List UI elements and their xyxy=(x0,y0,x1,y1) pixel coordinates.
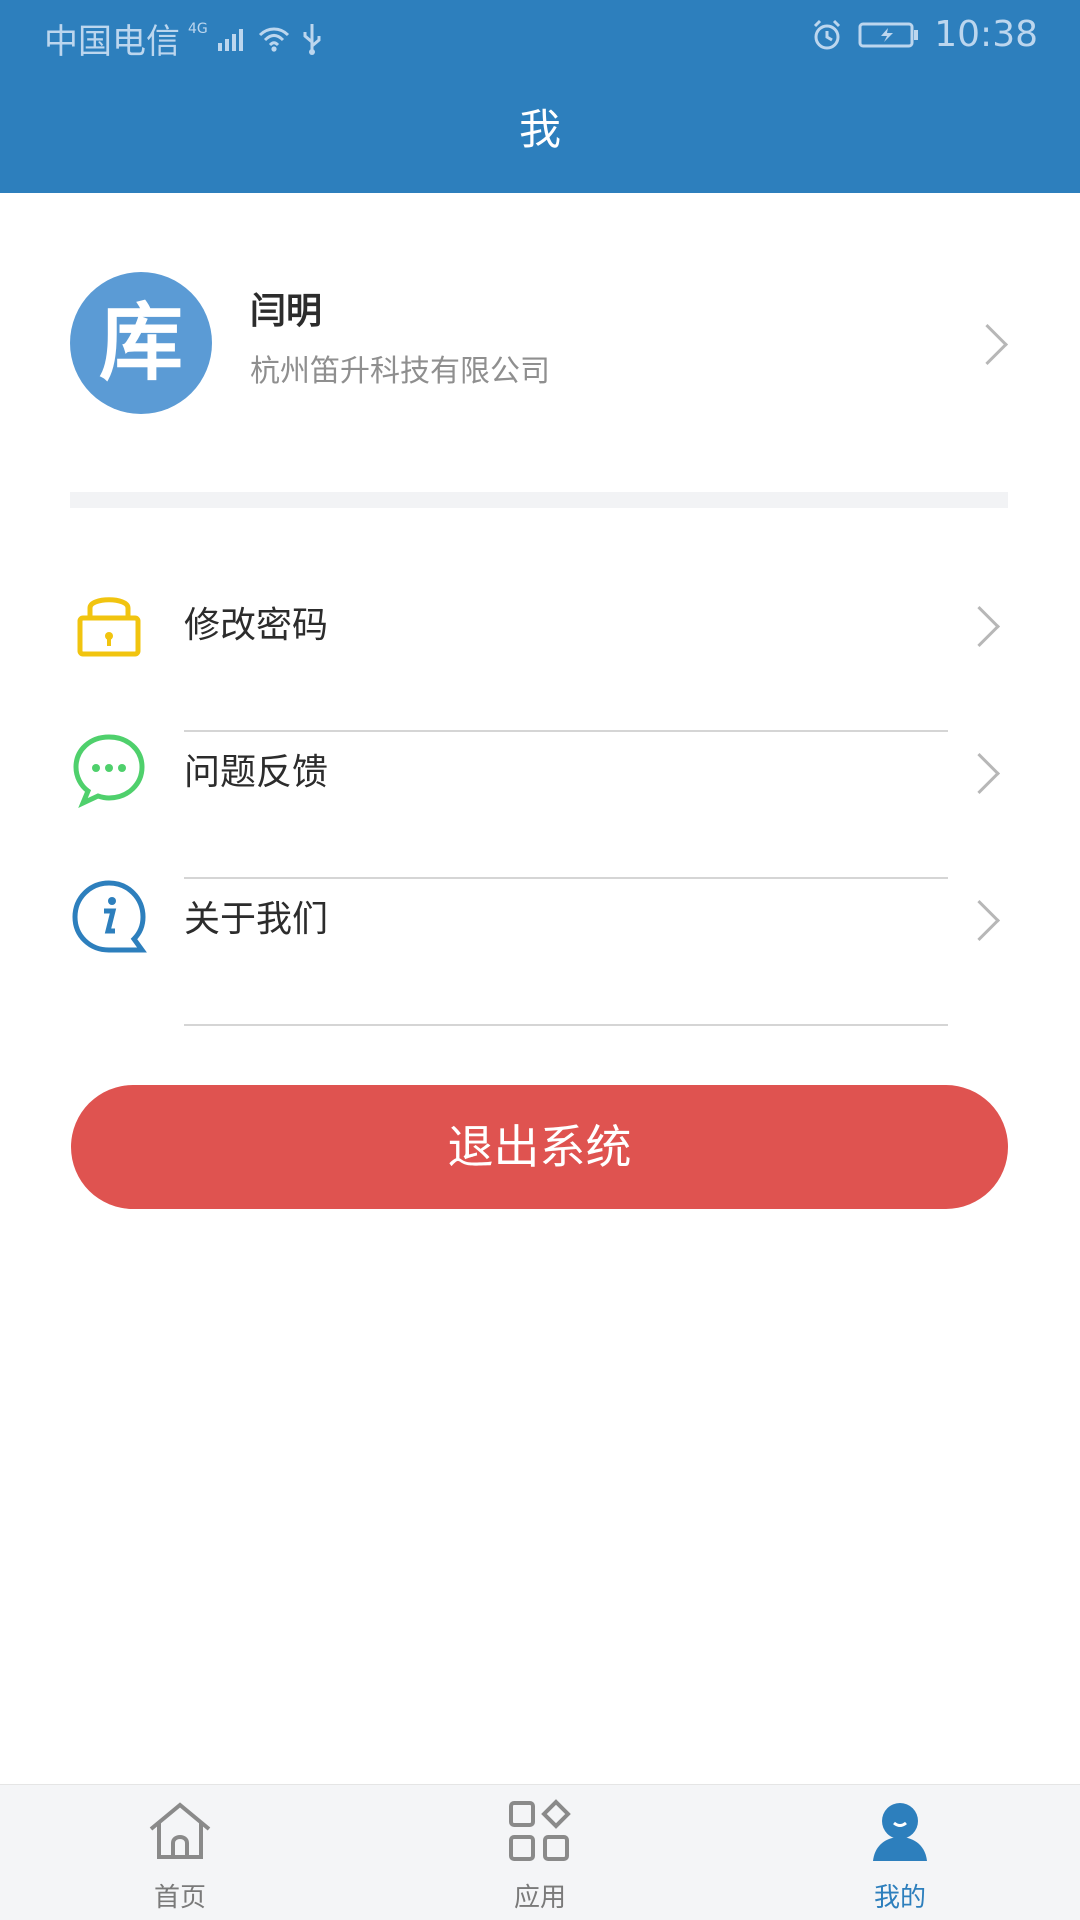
usb-icon xyxy=(303,23,321,55)
menu-item-about-us[interactable]: 关于我们 xyxy=(70,878,1008,1026)
menu-item-label: 问题反馈 xyxy=(184,752,329,793)
profile-card[interactable]: 库 闫明 杭州笛升科技有限公司 xyxy=(70,272,1010,417)
page-title: 我 xyxy=(518,105,561,154)
signal-icon xyxy=(217,28,243,51)
bottom-navigation: 首页 应用 我的 xyxy=(0,1784,1080,1920)
app-root: 中国电信 4G 10:38 我 库 闫明 杭州笛升科技有限公司 修改密码 问题反… xyxy=(0,0,1080,1920)
menu-item-label: 关于我们 xyxy=(184,899,329,940)
info-icon xyxy=(72,880,147,953)
status-right: 10:38 xyxy=(810,14,1038,55)
tab-apps[interactable]: 应用 xyxy=(410,1785,670,1920)
alarm-icon xyxy=(814,19,841,49)
tab-label: 应用 xyxy=(513,1883,566,1913)
home-icon xyxy=(149,1802,211,1859)
status-left: 中国电信 4G xyxy=(44,14,324,63)
profile-name: 闫明 xyxy=(250,291,323,332)
carrier-label: 中国电信 xyxy=(44,22,180,62)
battery-icon xyxy=(858,22,919,47)
menu-item-label: 修改密码 xyxy=(184,605,329,646)
status-bar: 中国电信 4G 10:38 xyxy=(0,0,1080,76)
profile-icon xyxy=(873,1803,927,1861)
tab-label: 我的 xyxy=(873,1883,926,1913)
wifi-icon xyxy=(258,27,289,52)
menu-separator xyxy=(184,1024,948,1026)
avatar: 库 xyxy=(70,272,212,414)
network-type-label: 4G xyxy=(188,20,208,37)
tab-home[interactable]: 首页 xyxy=(50,1785,310,1920)
chevron-right-icon xyxy=(958,899,1001,942)
top-bar: 中国电信 4G 10:38 我 xyxy=(0,0,1080,193)
chevron-right-icon xyxy=(958,605,1001,648)
profile-company: 杭州笛升科技有限公司 xyxy=(250,354,550,389)
clock-label: 10:38 xyxy=(934,14,1038,55)
section-divider xyxy=(70,492,1008,508)
tab-label: 首页 xyxy=(153,1883,206,1913)
chevron-right-icon xyxy=(958,752,1001,795)
logout-button[interactable]: 退出系统 xyxy=(71,1085,1008,1209)
lock-icon xyxy=(77,597,141,657)
menu-item-change-password[interactable]: 修改密码 xyxy=(70,584,1008,732)
chevron-right-icon xyxy=(966,323,1009,366)
apps-icon xyxy=(509,1799,571,1861)
tab-profile[interactable]: 我的 xyxy=(770,1785,1030,1920)
menu-item-feedback[interactable]: 问题反馈 xyxy=(70,731,1008,879)
chat-icon xyxy=(73,734,145,808)
